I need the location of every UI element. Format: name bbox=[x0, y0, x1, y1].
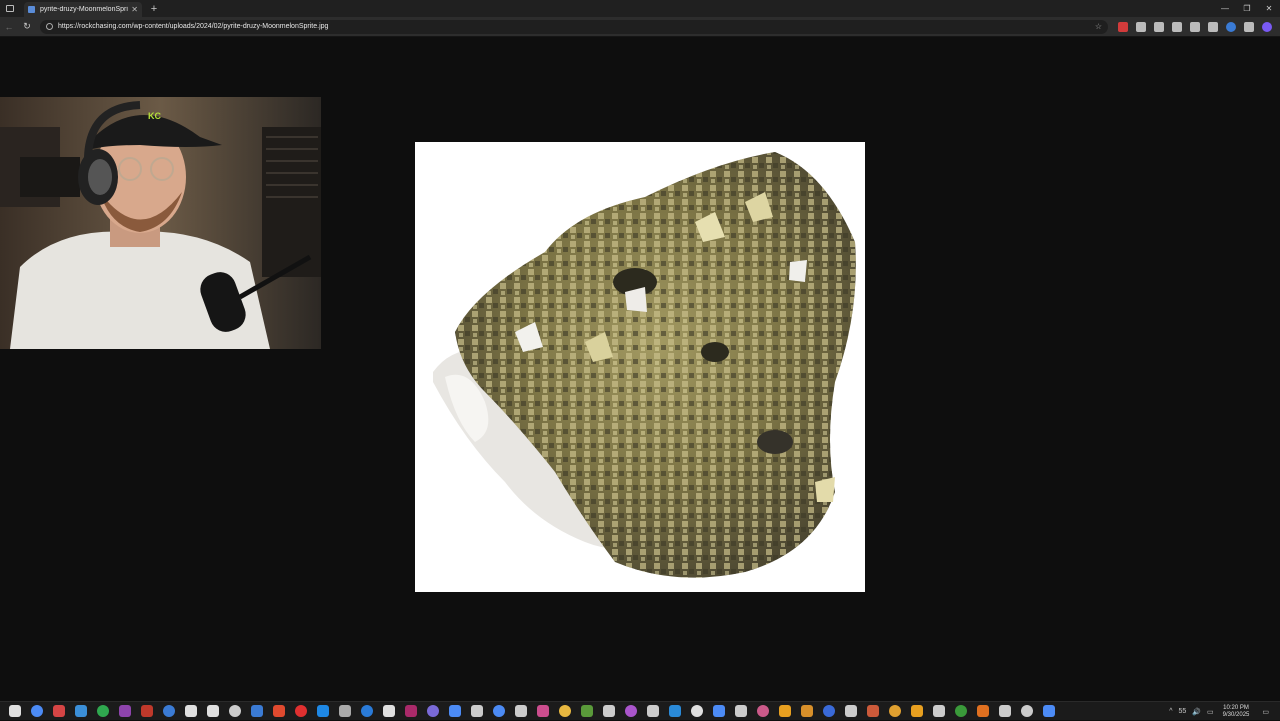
taskbar-app-icon[interactable] bbox=[317, 705, 329, 717]
taskbar-app-icon[interactable] bbox=[713, 705, 725, 717]
tab-strip: pyrite-druzy-MoonmelonSprite.jpg ✕ + — ❐… bbox=[0, 0, 1280, 17]
displayed-image[interactable] bbox=[415, 142, 865, 592]
taskbar-app-icon[interactable] bbox=[999, 705, 1011, 717]
taskbar-app-icon[interactable] bbox=[53, 705, 65, 717]
toolbar: ← ↻ https://rockchasing.com/wp-content/u… bbox=[0, 17, 1280, 37]
taskbar-app-icon[interactable] bbox=[141, 705, 153, 717]
taskbar-app-icon[interactable] bbox=[625, 705, 637, 717]
svg-text:KC: KC bbox=[148, 111, 161, 121]
puzzle-icon[interactable] bbox=[1136, 21, 1146, 32]
clock[interactable]: 10:20 PM 9/30/2025 bbox=[1223, 705, 1250, 719]
minimize-button[interactable]: — bbox=[1214, 0, 1236, 17]
shield-icon[interactable] bbox=[1154, 21, 1164, 32]
clock-time: 10:20 PM bbox=[1223, 704, 1249, 711]
taskbar-app-icon[interactable] bbox=[889, 705, 901, 717]
extension-toolbar bbox=[1114, 21, 1276, 32]
image-file-icon bbox=[28, 6, 35, 13]
profile-icon[interactable] bbox=[1226, 21, 1236, 32]
new-tab-button[interactable]: + bbox=[146, 3, 162, 15]
taskbar-app-icon[interactable] bbox=[229, 705, 241, 717]
refresh-icon[interactable] bbox=[1172, 21, 1182, 32]
taskbar-app-icon[interactable] bbox=[207, 705, 219, 717]
taskbar-app-icon[interactable] bbox=[273, 705, 285, 717]
notification-icon[interactable]: ▭ bbox=[1262, 708, 1269, 716]
taskbar-app-icon[interactable] bbox=[515, 705, 527, 717]
address-bar[interactable]: https://rockchasing.com/wp-content/uploa… bbox=[40, 19, 1108, 34]
taskbar-app-icon[interactable] bbox=[845, 705, 857, 717]
volume-icon[interactable]: 🔊 bbox=[1192, 708, 1201, 716]
taskbar-app-icon[interactable] bbox=[757, 705, 769, 717]
taskbar-app-icon[interactable] bbox=[493, 705, 505, 717]
taskbar-app-icon[interactable] bbox=[97, 705, 109, 717]
taskbar-app-icon[interactable] bbox=[449, 705, 461, 717]
display-icon[interactable]: ▭ bbox=[1207, 708, 1214, 716]
menu-icon[interactable] bbox=[1244, 21, 1254, 32]
tab-active[interactable]: pyrite-druzy-MoonmelonSprite.jpg ✕ bbox=[24, 2, 142, 17]
taskbar-app-icon[interactable] bbox=[867, 705, 879, 717]
taskbar-app-icon[interactable] bbox=[603, 705, 615, 717]
reload-button[interactable]: ↻ bbox=[18, 21, 36, 32]
taskbar-app-icon[interactable] bbox=[779, 705, 791, 717]
start-icon[interactable] bbox=[9, 705, 21, 717]
back-button[interactable]: ← bbox=[0, 22, 18, 32]
window-controls: — ❐ ✕ bbox=[1214, 0, 1280, 17]
taskbar-app-icon[interactable] bbox=[559, 705, 571, 717]
taskbar-app-icon[interactable] bbox=[647, 705, 659, 717]
taskbar-app-icon[interactable] bbox=[911, 705, 923, 717]
taskbar-app-icon[interactable] bbox=[119, 705, 131, 717]
taskbar: ^ 55 🔊 ▭ 10:20 PM 9/30/2025 ▭ bbox=[0, 701, 1280, 720]
clock-date: 9/30/2025 bbox=[1222, 711, 1250, 718]
bookmark-star-icon[interactable]: ☆ bbox=[1095, 22, 1102, 31]
webcam-feed-image: KC bbox=[0, 97, 321, 349]
pyrite-specimen-image bbox=[415, 142, 865, 592]
taskbar-app-icon[interactable] bbox=[295, 705, 307, 717]
taskbar-app-icon[interactable] bbox=[933, 705, 945, 717]
taskbar-app-icon[interactable] bbox=[31, 705, 43, 717]
taskbar-app-icon[interactable] bbox=[955, 705, 967, 717]
window-menu-icon bbox=[6, 5, 14, 12]
taskbar-app-icon[interactable] bbox=[1021, 705, 1033, 717]
restore-button[interactable]: ❐ bbox=[1236, 0, 1258, 17]
tab-close-icon[interactable]: ✕ bbox=[131, 5, 138, 14]
taskbar-app-icon[interactable] bbox=[339, 705, 351, 717]
tab-title: pyrite-druzy-MoonmelonSprite.jpg bbox=[40, 6, 128, 13]
taskbar-app-icon[interactable] bbox=[471, 705, 483, 717]
system-tray: ^ 55 🔊 ▭ 10:20 PM 9/30/2025 ▭ bbox=[1166, 702, 1280, 721]
taskbar-app-icon[interactable] bbox=[427, 705, 439, 717]
taskbar-app-icon[interactable] bbox=[185, 705, 197, 717]
taskbar-app-icon[interactable] bbox=[537, 705, 549, 717]
share-icon[interactable] bbox=[1190, 21, 1200, 32]
taskbar-app-icons bbox=[4, 705, 1060, 717]
taskbar-app-icon[interactable] bbox=[251, 705, 263, 717]
red-ext-icon[interactable] bbox=[1118, 21, 1128, 32]
taskbar-app-icon[interactable] bbox=[801, 705, 813, 717]
taskbar-app-icon[interactable] bbox=[581, 705, 593, 717]
taskbar-app-icon[interactable] bbox=[1043, 705, 1055, 717]
window-menu-button[interactable] bbox=[0, 0, 20, 17]
taskbar-app-icon[interactable] bbox=[383, 705, 395, 717]
taskbar-app-icon[interactable] bbox=[735, 705, 747, 717]
site-info-icon[interactable] bbox=[46, 23, 53, 30]
close-window-button[interactable]: ✕ bbox=[1258, 0, 1280, 17]
tray-overflow-icon[interactable]: ^ bbox=[1169, 708, 1172, 715]
taskbar-app-icon[interactable] bbox=[405, 705, 417, 717]
url-text[interactable]: https://rockchasing.com/wp-content/uploa… bbox=[58, 23, 1095, 30]
webcam-overlay: KC bbox=[0, 97, 321, 349]
taskbar-app-icon[interactable] bbox=[75, 705, 87, 717]
tray-battery-text[interactable]: 55 bbox=[1179, 708, 1187, 715]
copilot-icon[interactable] bbox=[1262, 21, 1272, 32]
image-viewer-page: KC bbox=[0, 38, 1280, 701]
taskbar-app-icon[interactable] bbox=[691, 705, 703, 717]
taskbar-app-icon[interactable] bbox=[163, 705, 175, 717]
taskbar-app-icon[interactable] bbox=[361, 705, 373, 717]
taskbar-app-icon[interactable] bbox=[669, 705, 681, 717]
taskbar-app-icon[interactable] bbox=[977, 705, 989, 717]
taskbar-app-icon[interactable] bbox=[823, 705, 835, 717]
favorites-icon[interactable] bbox=[1208, 21, 1218, 32]
